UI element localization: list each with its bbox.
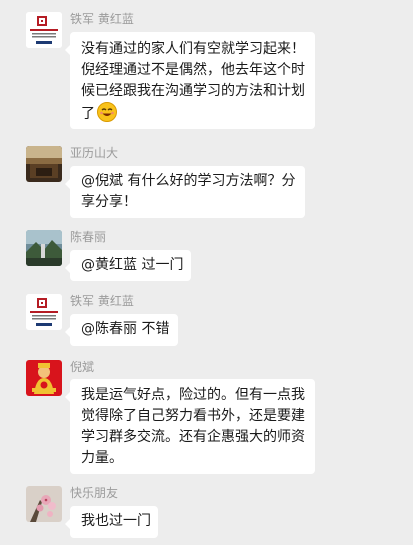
- photo-avatar-room[interactable]: [26, 146, 62, 182]
- message-text-line: 我也过一门: [81, 513, 151, 529]
- sender-name: 陈春丽: [70, 230, 107, 244]
- school-logo-avatar[interactable]: [26, 294, 62, 330]
- fortune-god-avatar[interactable]: [26, 360, 62, 396]
- message-text-line: 倪经理通过不是偶然，他去年这个时: [81, 62, 305, 78]
- smiling-face-emoji-icon: [97, 102, 117, 129]
- flower-photo-avatar[interactable]: [26, 486, 62, 522]
- sender-name: 亚历山大: [70, 146, 119, 160]
- message-text-line: @倪斌 有什么好的学习方法啊？分: [81, 173, 296, 189]
- message-text-line: @陈春丽 不错: [81, 321, 170, 337]
- message-bubble[interactable]: 我是运气好点，险过的。但有一点我 觉得除了自己努力看书外，还是要建 学习群多交流…: [65, 379, 315, 474]
- sender-name: 快乐朋友: [70, 486, 119, 500]
- message-text-line: 享分享！: [81, 194, 137, 210]
- message-bubble[interactable]: 没有通过的家人们有空就学习起来！ 倪经理通过不是偶然，他去年这个时 候已经跟我在…: [65, 32, 315, 129]
- school-logo-avatar[interactable]: [26, 12, 62, 48]
- message-text-line: 我是运气好点，险过的。但有一点我: [81, 387, 305, 403]
- message-text-line: 力量。: [81, 450, 123, 466]
- message-text-line: 没有通过的家人们有空就学习起来！: [81, 41, 305, 57]
- sender-name: 铁军 黄红蓝: [70, 294, 134, 308]
- message-bubble[interactable]: 我也过一门: [65, 506, 158, 538]
- message-text-line: 了: [81, 102, 304, 129]
- message-text-line: 学习群多交流。还有企惠强大的师资: [81, 429, 305, 445]
- message-text-line: @黄红蓝 过一门: [81, 257, 184, 273]
- message-text-line: 觉得除了自己努力看书外，还是要建: [81, 408, 305, 424]
- message-bubble[interactable]: @黄红蓝 过一门: [65, 250, 191, 281]
- chat-message-list[interactable]: 铁军 黄红蓝 没有通过的家人们有空就学习起来！ 倪经理通过不是偶然，他去年这个时…: [0, 0, 413, 545]
- message-text-line: 候已经跟我在沟通学习的方法和计划: [81, 83, 305, 99]
- message-bubble[interactable]: @陈春丽 不错: [65, 314, 178, 346]
- sender-name: 铁军 黄红蓝: [70, 12, 134, 26]
- photo-avatar-landscape[interactable]: [26, 230, 62, 266]
- message-bubble[interactable]: @倪斌 有什么好的学习方法啊？分 享分享！: [65, 166, 305, 218]
- sender-name: 倪斌: [70, 360, 95, 374]
